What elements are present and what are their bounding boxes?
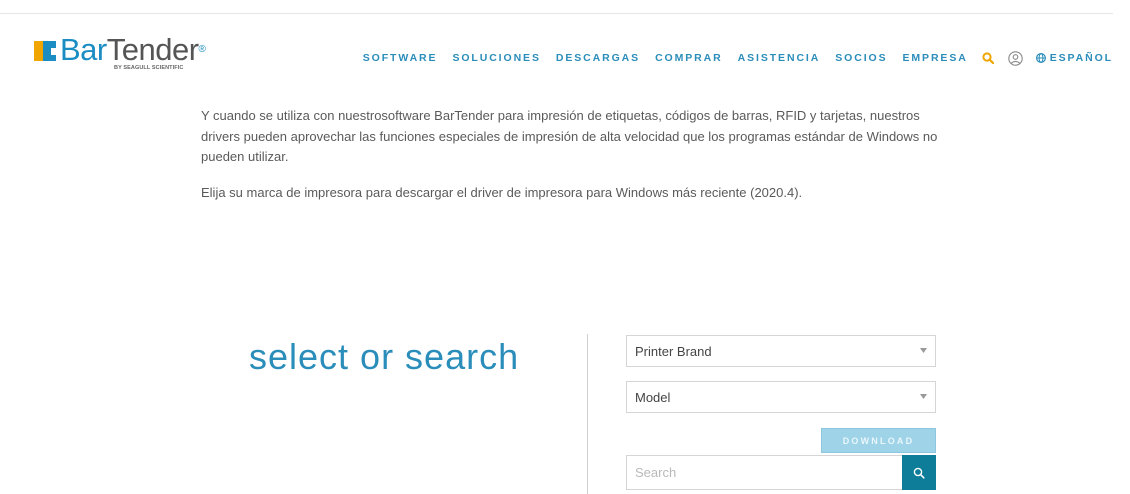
logo-mark-icon	[34, 41, 56, 61]
nav-software[interactable]: SOFTWARE	[363, 52, 438, 64]
main-nav: SOFTWARE SOLUCIONES DESCARGAS COMPRAR AS…	[363, 50, 1113, 66]
bartender-logo[interactable]: BarTender® BY SEAGULL SCIENTIFIC	[34, 33, 214, 78]
search-input[interactable]	[626, 455, 902, 490]
model-select[interactable]: Model	[626, 381, 936, 413]
language-label: ESPAÑOL	[1049, 52, 1113, 64]
nav-descargas[interactable]: DESCARGAS	[556, 52, 640, 64]
logo-subtitle: BY SEAGULL SCIENTIFIC	[114, 65, 184, 71]
nav-socios[interactable]: SOCIOS	[835, 52, 887, 64]
user-icon[interactable]	[1007, 50, 1023, 66]
logo-wordmark: BarTender®	[60, 32, 206, 67]
search-icon	[913, 467, 925, 479]
search-icon[interactable]	[982, 52, 994, 64]
intro-text: Y cuando se utiliza con nuestrosoftware …	[201, 106, 941, 218]
download-button[interactable]: DOWNLOAD	[821, 428, 936, 453]
search-button[interactable]	[902, 455, 936, 490]
nav-asistencia[interactable]: ASISTENCIA	[738, 52, 821, 64]
caret-down-icon	[920, 348, 927, 353]
model-value: Model	[635, 390, 671, 405]
nav-soluciones[interactable]: SOLUCIONES	[452, 52, 540, 64]
nav-comprar[interactable]: COMPRAR	[655, 52, 723, 64]
intro-paragraph-2: Elija su marca de impresora para descarg…	[201, 184, 803, 200]
caret-down-icon	[920, 394, 927, 399]
printer-brand-select[interactable]: Printer Brand	[626, 335, 936, 367]
top-divider	[0, 13, 1113, 14]
finder-divider	[587, 334, 588, 494]
language-selector[interactable]: ESPAÑOL	[1035, 52, 1113, 64]
intro-paragraph-1: Y cuando se utiliza con nuestrosoftware …	[201, 108, 938, 164]
globe-icon	[1035, 53, 1046, 63]
nav-empresa[interactable]: EMPRESA	[902, 52, 967, 64]
finder-headline: select or search	[249, 336, 520, 377]
printer-brand-value: Printer Brand	[635, 344, 712, 359]
